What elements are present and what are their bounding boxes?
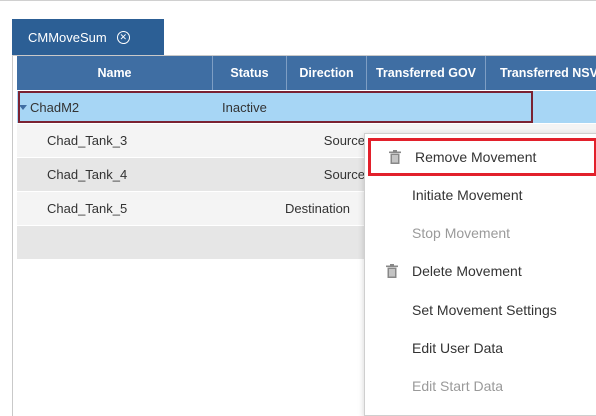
menu-item-label: Remove Movement: [415, 149, 537, 165]
menu-item-delete-movement[interactable]: Delete Movement: [365, 252, 596, 290]
tab-label: CMMoveSum: [28, 30, 107, 45]
row-name: Chad_Tank_3: [47, 133, 128, 148]
menu-item-label: Set Movement Settings: [412, 302, 557, 318]
group-row-chadm2[interactable]: ChadM2 Inactive: [17, 91, 596, 123]
group-name: ChadM2: [30, 100, 80, 115]
menu-item-edit-start-data[interactable]: Edit Start Data: [365, 367, 596, 405]
tab-bar: CMMoveSum ✕: [0, 0, 596, 57]
menu-item-edit-user-data[interactable]: Edit User Data: [365, 329, 596, 367]
column-header-name[interactable]: Name: [17, 56, 213, 90]
close-circle-icon[interactable]: ✕: [116, 31, 130, 44]
group-status: Inactive: [222, 100, 267, 115]
grid-header: Name Status Direction Transferred GOV Tr…: [17, 56, 596, 90]
caret-down-icon[interactable]: [19, 105, 27, 110]
trash-icon: [385, 150, 405, 164]
row-direction: Destination: [285, 201, 351, 216]
menu-item-label: Delete Movement: [412, 263, 522, 279]
menu-item-label: Edit Start Data: [412, 378, 504, 394]
menu-item-initiate-movement[interactable]: Initiate Movement: [365, 176, 596, 214]
trash-icon: [382, 264, 402, 278]
row-direction: Source: [323, 133, 365, 148]
tab-cmmovesum[interactable]: CMMoveSum ✕: [12, 19, 164, 56]
menu-item-remove-movement[interactable]: Remove Movement: [368, 138, 596, 176]
menu-item-label: Edit User Data: [412, 340, 504, 356]
context-menu: Remove Movement Initiate Movement Stop M…: [364, 133, 596, 416]
menu-item-stop-movement[interactable]: Stop Movement: [365, 214, 596, 252]
column-header-status[interactable]: Status: [213, 56, 287, 90]
group-name-cell: ChadM2: [17, 91, 213, 124]
row-name: Chad_Tank_4: [47, 167, 128, 182]
column-header-transferred-nsv[interactable]: Transferred NSV: [486, 56, 596, 90]
column-header-direction[interactable]: Direction: [287, 56, 367, 90]
menu-item-set-movement-settings[interactable]: Set Movement Settings: [365, 291, 596, 329]
menu-item-label: Initiate Movement: [412, 187, 523, 203]
menu-item-label: Stop Movement: [412, 225, 511, 241]
row-name: Chad_Tank_5: [47, 201, 128, 216]
column-header-transferred-gov[interactable]: Transferred GOV: [367, 56, 486, 90]
row-direction: Source: [323, 167, 365, 182]
